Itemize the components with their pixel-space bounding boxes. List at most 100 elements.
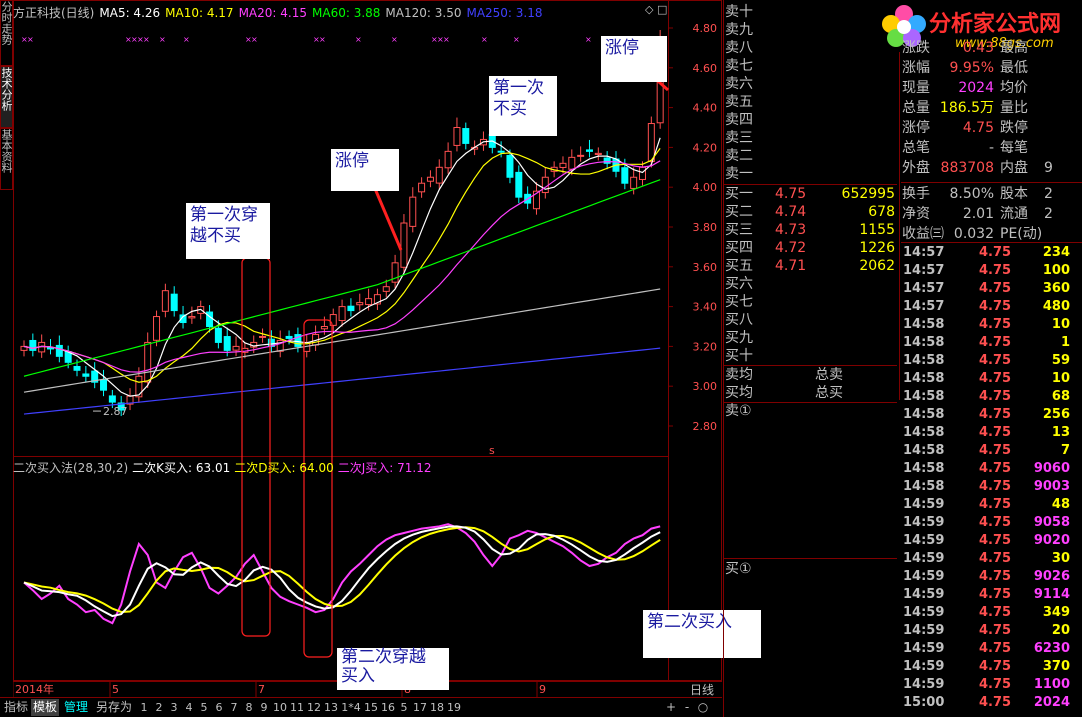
order-book-buy-row[interactable]: 买九 xyxy=(723,329,897,347)
tick-price: 4.75 xyxy=(979,317,1012,332)
annotation-second-cross-buy: 第二次穿越 买入 xyxy=(337,648,449,690)
toolbar-number-tab[interactable]: 9 xyxy=(257,699,271,716)
toolbar-number-tab[interactable]: 10 xyxy=(272,699,288,716)
tab-fundamentals[interactable]: 基本资料 xyxy=(0,128,13,190)
order-book-sell-row[interactable]: 卖十 xyxy=(723,3,897,21)
toolbar-number-tab[interactable]: 17 xyxy=(412,699,428,716)
tick-volume: 2024 xyxy=(1033,695,1070,710)
stat-label-2: 股本 xyxy=(1000,186,1028,202)
candle-body xyxy=(320,326,328,330)
stat-label-2: PE(动) xyxy=(1000,226,1043,242)
stat-label: 总笔 xyxy=(902,140,930,156)
tick-volume: 48 xyxy=(1051,497,1070,512)
toolbar-number-tab[interactable]: 13 xyxy=(323,699,339,716)
toolbar-number-tab[interactable]: 12 xyxy=(306,699,322,716)
signal-marker: × xyxy=(251,35,258,44)
toolbar-number-tab[interactable]: 5 xyxy=(397,699,411,716)
toolbar-number-tab[interactable]: 1 xyxy=(137,699,151,716)
tick-price: 4.75 xyxy=(979,389,1012,404)
tick-volume: 480 xyxy=(1042,299,1070,314)
tick-row: 14:59 4.75 30 xyxy=(903,550,1082,568)
order-book-buy-row[interactable]: 买一 4.75 652995 xyxy=(723,185,897,203)
toolbar-number-tab[interactable]: 4 xyxy=(182,699,196,716)
order-book-sell-row[interactable]: 卖六 xyxy=(723,75,897,93)
total-sell-label: 总卖 xyxy=(815,367,843,383)
order-book-buy-row[interactable]: 买七 xyxy=(723,293,897,311)
order-book-sell-row[interactable]: 卖四 xyxy=(723,111,897,129)
candle-body xyxy=(382,286,390,292)
toolbar-number-tab[interactable]: 18 xyxy=(429,699,445,716)
order-price: 4.71 xyxy=(775,258,807,274)
toolbar-number-tab[interactable]: 16 xyxy=(380,699,396,716)
order-book-buy-row[interactable]: 买二 4.74 678 xyxy=(723,203,897,221)
order-book-sell-row[interactable]: 卖八 xyxy=(723,39,897,57)
order-book-sell-row[interactable]: 卖九 xyxy=(723,21,897,39)
sell-average-label: 卖均 xyxy=(725,367,753,383)
tick-time: 14:57 xyxy=(903,281,945,296)
signal-marker: × xyxy=(27,35,34,44)
toolbar-number-tab[interactable]: 3 xyxy=(167,699,181,716)
order-book-sell-row[interactable]: 卖五 xyxy=(723,93,897,111)
zoom-in-button[interactable]: + xyxy=(664,699,678,716)
y-axis-label: 4.80 xyxy=(693,22,718,35)
stat-value: 8.50% xyxy=(949,186,994,202)
order-book-buy-row[interactable]: 买八 xyxy=(723,311,897,329)
toolbar-number-tab[interactable]: 15 xyxy=(363,699,379,716)
order-book-buy-row[interactable]: 买六 xyxy=(723,275,897,293)
tick-price: 4.75 xyxy=(979,677,1012,692)
stat-value: 4.75 xyxy=(962,120,994,136)
order-book-buy-row[interactable]: 买五 4.71 2062 xyxy=(723,257,897,275)
logo-title: 分析家公式网 xyxy=(929,12,1062,37)
toolbar-number-tab[interactable]: 7 xyxy=(227,699,241,716)
toolbar-number-tab[interactable]: 6 xyxy=(212,699,226,716)
order-book-buy-row[interactable]: 买四 4.72 1226 xyxy=(723,239,897,257)
signal-marker: × xyxy=(391,35,398,44)
toolbar-number-tab[interactable]: 2 xyxy=(152,699,166,716)
order-book-sell-row[interactable]: 卖二 xyxy=(723,147,897,165)
order-level-label: 卖二 xyxy=(725,148,753,164)
order-book-buy-row[interactable]: 买三 4.73 1155 xyxy=(723,221,897,239)
toolbar-number-tab[interactable]: 11 xyxy=(289,699,305,716)
toolbar-number-tab[interactable]: 19 xyxy=(446,699,462,716)
order-book-sell-row[interactable]: 卖三 xyxy=(723,129,897,147)
tick-time: 14:59 xyxy=(903,605,945,620)
price-chart[interactable]: 4.80 4.60 4.40 4.20 4.00 3.80 3.60 3.40 3.20 3.00… xyxy=(13,0,722,697)
stat-row: 涨幅 9.95% 最低 xyxy=(902,58,1082,78)
tick-volume: 9058 xyxy=(1033,515,1070,530)
toolbar-number-tab[interactable]: 5 xyxy=(197,699,211,716)
toolbar-save-as[interactable]: 另存为 xyxy=(93,699,135,716)
buy-one-marker[interactable]: 买① xyxy=(723,560,897,578)
toolbar-template[interactable]: 模板 xyxy=(31,699,59,716)
tick-time: 14:59 xyxy=(903,497,945,512)
order-book-buy-row[interactable]: 买十 xyxy=(723,347,897,365)
order-book-sell-row[interactable]: 卖七 xyxy=(723,57,897,75)
tick-row: 14:59 4.75 48 xyxy=(903,496,1082,514)
sell-one-marker[interactable]: 卖① xyxy=(723,402,897,420)
period-label[interactable]: 日线 xyxy=(682,681,722,698)
order-book-sell-row[interactable]: 卖一 xyxy=(723,165,897,183)
toolbar-indicator[interactable]: 指标 xyxy=(2,699,30,716)
tab-intraday[interactable]: 分时走势 xyxy=(0,0,13,66)
chart-area: 4.80 4.60 4.40 4.20 4.00 3.80 3.60 3.40 3.20 3.00… xyxy=(13,0,761,698)
order-level-label: 买五 xyxy=(725,258,753,274)
chart-options-icon[interactable]: ◇ □ xyxy=(645,3,667,16)
tick-row: 14:58 4.75 10 xyxy=(903,370,1082,388)
toolbar-manage[interactable]: 管理 xyxy=(61,699,91,716)
tab-technical-analysis[interactable]: 技术分析 xyxy=(0,66,13,128)
ma60-line xyxy=(23,179,661,377)
tick-row: 14:58 4.75 1 xyxy=(903,334,1082,352)
tick-row: 15:00 4.75 2024 xyxy=(903,694,1082,712)
toolbar-number-tab[interactable]: 1*4 xyxy=(340,699,362,716)
tick-row: 14:58 4.75 256 xyxy=(903,406,1082,424)
zoom-out-button[interactable]: - xyxy=(680,699,694,716)
stat-row: 总笔 - 每笔 xyxy=(902,138,1082,158)
candle-body xyxy=(453,127,461,146)
stat-value: 186.5万 xyxy=(939,100,994,116)
reset-button[interactable]: ○ xyxy=(696,699,710,716)
tick-price: 4.75 xyxy=(979,569,1012,584)
stat-label-2: 均价 xyxy=(1000,80,1028,96)
y-axis-label: 2.80 xyxy=(693,420,718,433)
tick-time: 14:58 xyxy=(903,389,945,404)
toolbar-number-tab[interactable]: 8 xyxy=(242,699,256,716)
buy-one-marker-label: 买① xyxy=(725,561,752,577)
